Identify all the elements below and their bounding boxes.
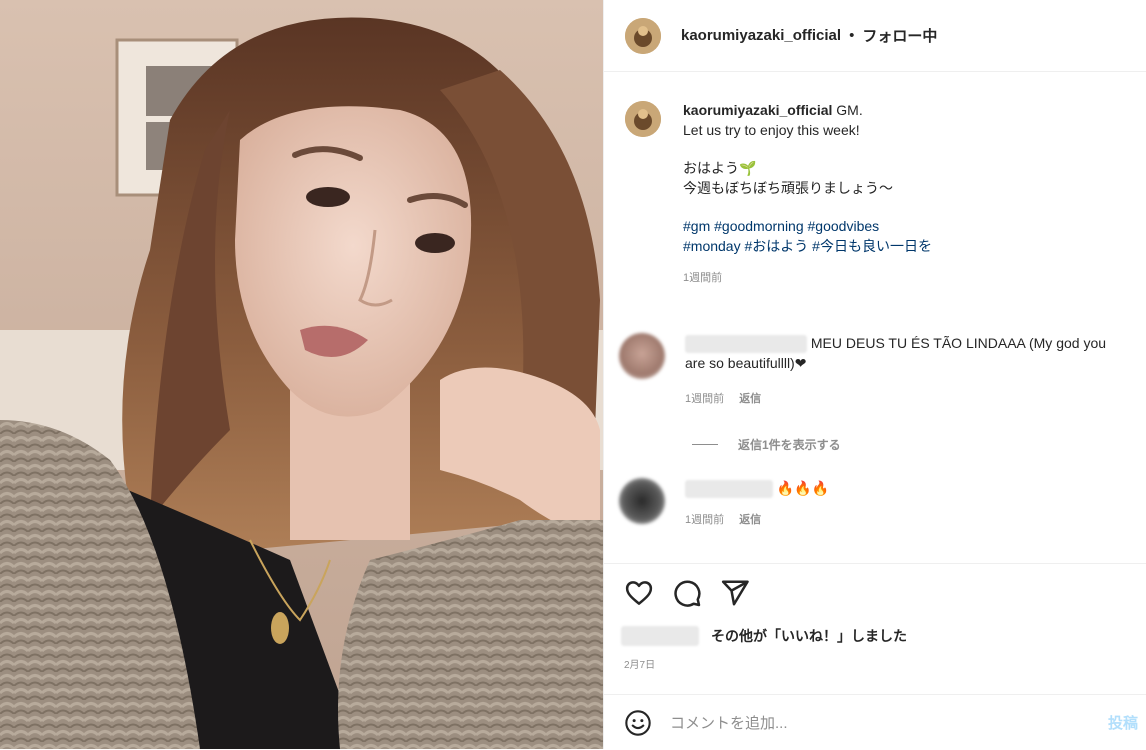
caption-line-4: 今週もぼちぼち頑張りましょう～ (683, 180, 893, 196)
likes-summary[interactable]: その他が「いいね！」しました (621, 626, 907, 646)
action-icons (624, 578, 768, 608)
caption-line-3: おはよう🌱 (683, 160, 757, 176)
comment-timestamp[interactable]: 1週間前 (685, 393, 724, 405)
liker-username-blurred[interactable] (621, 626, 699, 646)
comment-meta: 1週間前 返信 (685, 510, 829, 530)
comment-meta: 1週間前 返信 (685, 389, 1106, 409)
caption-body: kaorumiyazaki_official GM. Let us try to… (683, 100, 932, 288)
comment-input[interactable]: コメントを追加... (670, 712, 788, 733)
comment-icon[interactable] (672, 578, 702, 608)
likes-text[interactable]: その他が「いいね！」しました (711, 626, 907, 646)
comment-body: MEU DEUS TU ÉS TÃO LINDAAA (My god you a… (685, 333, 1106, 409)
post-caption: kaorumiyazaki_official GM. Let us try to… (625, 100, 1125, 288)
author-avatar[interactable] (625, 17, 661, 54)
caption-line-2: Let us try to enjoy this week! (683, 122, 860, 138)
commenter-avatar[interactable] (619, 478, 665, 524)
replies-line (692, 444, 718, 445)
comment-body: 🔥🔥🔥 1週間前 返信 (685, 478, 829, 530)
following-button[interactable]: フォロー中 (862, 25, 937, 46)
post-comment-button[interactable]: 投稿 (1108, 712, 1138, 733)
comment-text-line-1: MEU DEUS TU ÉS TÃO LINDAAA (My god you (810, 335, 1107, 351)
commenter-avatar[interactable] (619, 333, 665, 379)
reply-button[interactable]: 返信 (739, 514, 761, 526)
caption-line-1: GM. (836, 102, 863, 118)
caption-avatar[interactable] (625, 101, 661, 137)
view-replies-label[interactable]: 返信1件を表示する (738, 436, 841, 453)
author-username[interactable]: kaorumiyazaki_official (681, 27, 841, 44)
instagram-post-modal: kaorumiyazaki_official • フォロー中 kaorumiya… (0, 0, 1146, 749)
commenter-username-blurred[interactable] (685, 480, 773, 499)
hashtags-line-2[interactable]: #monday #おはよう #今日も良い一日を (683, 236, 932, 256)
heart-icon[interactable] (624, 578, 654, 608)
commenter-username-blurred[interactable] (685, 335, 807, 354)
post-side-panel: kaorumiyazaki_official • フォロー中 kaorumiya… (603, 0, 1146, 749)
separator-dot: • (849, 27, 855, 44)
caption-timestamp[interactable]: 1週間前 (683, 268, 932, 288)
post-actions: その他が「いいね！」しました 2月7日 (604, 563, 1146, 671)
caption-username[interactable]: kaorumiyazaki_official (683, 102, 832, 118)
share-icon[interactable] (720, 578, 750, 608)
comment-item: MEU DEUS TU ÉS TÃO LINDAAA (My god you a… (619, 333, 1139, 409)
emoji-icon[interactable] (624, 709, 652, 737)
comment-text-line-2: are so beautifullll)❤ (685, 355, 807, 372)
comment-item: 🔥🔥🔥 1週間前 返信 (619, 478, 1139, 530)
reply-button[interactable]: 返信 (739, 393, 761, 405)
view-replies-button[interactable]: 返信1件を表示する (692, 436, 841, 453)
comment-timestamp[interactable]: 1週間前 (685, 514, 724, 526)
hashtags-line-1[interactable]: #gm #goodmorning #goodvibes (683, 216, 932, 236)
post-header: kaorumiyazaki_official • フォロー中 (604, 0, 1146, 72)
post-date[interactable]: 2月7日 (624, 656, 655, 671)
comment-text: 🔥🔥🔥 (776, 480, 830, 496)
add-comment-bar: コメントを追加... 投稿 (604, 694, 1146, 750)
post-photo (0, 0, 603, 749)
